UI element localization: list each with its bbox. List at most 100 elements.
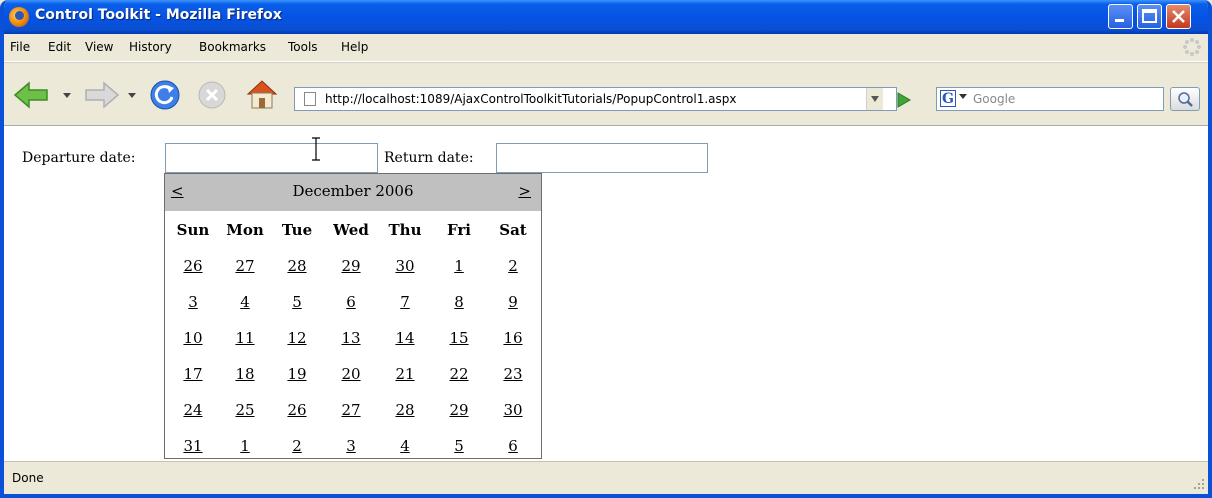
calendar-day[interactable]: 24	[167, 392, 219, 428]
calendar-day[interactable]: 1	[433, 248, 485, 284]
engine-dropdown-icon[interactable]	[959, 94, 967, 99]
calendar-week-row: 26 27 28 29 30 1 2	[165, 248, 541, 284]
calendar-day[interactable]: 21	[379, 356, 431, 392]
stop-icon[interactable]	[197, 80, 227, 110]
magnifier-icon	[1178, 92, 1193, 107]
calendar-day[interactable]: 2	[487, 248, 539, 284]
calendar-day[interactable]: 14	[379, 320, 431, 356]
calendar-day[interactable]: 5	[433, 428, 485, 461]
weekday-header: Wed	[333, 221, 369, 239]
calendar-week-row: 24 25 26 27 28 29 30	[165, 392, 541, 428]
menu-help[interactable]: Help	[341, 40, 368, 54]
status-bar: Done	[4, 461, 1208, 494]
close-icon	[1172, 10, 1185, 23]
departure-date-input[interactable]	[165, 143, 378, 173]
forward-history-dropdown-icon[interactable]	[127, 91, 137, 99]
calendar-day[interactable]: 23	[487, 356, 539, 392]
calendar-week-row: 17 18 19 20 21 22 23	[165, 356, 541, 392]
menu-file[interactable]: File	[10, 40, 30, 54]
menu-history[interactable]: History	[129, 40, 172, 54]
calendar-day[interactable]: 26	[271, 392, 323, 428]
page-icon	[304, 92, 316, 106]
calendar-day[interactable]: 12	[271, 320, 323, 356]
calendar-day[interactable]: 4	[379, 428, 431, 461]
calendar-day[interactable]: 26	[167, 248, 219, 284]
search-input[interactable]: Google	[973, 92, 1015, 106]
calendar-day[interactable]: 10	[167, 320, 219, 356]
menu-edit[interactable]: Edit	[48, 40, 71, 54]
calendar-day[interactable]: 22	[433, 356, 485, 392]
next-month-link[interactable]: >	[518, 182, 531, 200]
calendar-day[interactable]: 13	[325, 320, 377, 356]
calendar-day[interactable]: 27	[325, 392, 377, 428]
calendar-day[interactable]: 30	[379, 248, 431, 284]
calendar-day[interactable]: 11	[219, 320, 271, 356]
calendar-day[interactable]: 4	[219, 284, 271, 320]
calendar-day[interactable]: 20	[325, 356, 377, 392]
google-engine-icon[interactable]: G	[940, 90, 956, 107]
calendar-day[interactable]: 6	[325, 284, 377, 320]
calendar-day[interactable]: 28	[379, 392, 431, 428]
title-bar[interactable]: Control Toolkit - Mozilla Firefox	[4, 0, 1208, 34]
forward-arrow-icon[interactable]	[82, 81, 120, 109]
menu-bookmarks[interactable]: Bookmarks	[199, 40, 266, 54]
weekday-header: Fri	[447, 221, 471, 239]
text-cursor-icon	[312, 137, 320, 161]
calendar-day[interactable]: 28	[271, 248, 323, 284]
navigation-toolbar: http://localhost:1089/AjaxControlToolkit…	[4, 62, 1208, 125]
address-bar[interactable]: http://localhost:1089/AjaxControlToolkit…	[294, 87, 897, 111]
departure-date-label: Departure date:	[22, 150, 136, 166]
calendar-week-row: 10 11 12 13 14 15 16	[165, 320, 541, 356]
return-date-input[interactable]	[496, 143, 708, 173]
calendar-day[interactable]: 17	[167, 356, 219, 392]
go-arrow-icon[interactable]	[893, 90, 913, 110]
calendar-day[interactable]: 7	[379, 284, 431, 320]
calendar-day[interactable]: 8	[433, 284, 485, 320]
calendar-day[interactable]: 3	[325, 428, 377, 461]
calendar-day[interactable]: 25	[219, 392, 271, 428]
back-history-dropdown-icon[interactable]	[62, 91, 72, 99]
firefox-icon	[9, 7, 29, 27]
page-content: Departure date: Return date: December 20…	[4, 125, 1208, 461]
popup-calendar: December 2006 < > Sun Mon Tue Wed Thu Fr…	[164, 173, 542, 459]
calendar-day[interactable]: 1	[219, 428, 271, 461]
calendar-day[interactable]: 29	[433, 392, 485, 428]
return-date-label: Return date:	[384, 150, 474, 166]
calendar-day[interactable]: 5	[271, 284, 323, 320]
minimize-button[interactable]	[1108, 4, 1133, 29]
menu-view[interactable]: View	[85, 40, 113, 54]
chevron-down-icon	[871, 96, 879, 102]
calendar-day[interactable]: 27	[219, 248, 271, 284]
calendar-day[interactable]: 30	[487, 392, 539, 428]
window-title: Control Toolkit - Mozilla Firefox	[35, 7, 282, 23]
back-arrow-icon[interactable]	[13, 81, 51, 109]
resize-grip-icon[interactable]	[1188, 475, 1206, 493]
previous-month-link[interactable]: <	[171, 182, 184, 200]
search-button[interactable]	[1170, 87, 1200, 111]
reload-icon[interactable]	[149, 79, 181, 111]
calendar-week-row: 31 1 2 3 4 5 6	[165, 428, 541, 461]
calendar-day[interactable]: 29	[325, 248, 377, 284]
status-text: Done	[12, 471, 44, 485]
calendar-day[interactable]: 31	[167, 428, 219, 461]
weekday-header: Tue	[281, 221, 313, 239]
close-button[interactable]	[1166, 4, 1191, 29]
throbber-icon	[1183, 38, 1201, 56]
maximize-icon	[1142, 9, 1157, 23]
calendar-day[interactable]: 9	[487, 284, 539, 320]
calendar-day[interactable]: 15	[433, 320, 485, 356]
url-history-dropdown[interactable]	[866, 88, 883, 110]
calendar-day[interactable]: 2	[271, 428, 323, 461]
search-box[interactable]: G Google	[936, 87, 1164, 111]
calendar-day[interactable]: 3	[167, 284, 219, 320]
maximize-button[interactable]	[1137, 4, 1162, 29]
home-icon[interactable]	[245, 78, 279, 110]
browser-window: Control Toolkit - Mozilla Firefox File E…	[0, 0, 1212, 498]
calendar-day[interactable]: 19	[271, 356, 323, 392]
menu-tools[interactable]: Tools	[288, 40, 318, 54]
calendar-day[interactable]: 18	[219, 356, 271, 392]
url-text[interactable]: http://localhost:1089/AjaxControlToolkit…	[325, 92, 736, 106]
weekday-header: Sun	[176, 221, 210, 239]
calendar-day[interactable]: 16	[487, 320, 539, 356]
calendar-day[interactable]: 6	[487, 428, 539, 461]
